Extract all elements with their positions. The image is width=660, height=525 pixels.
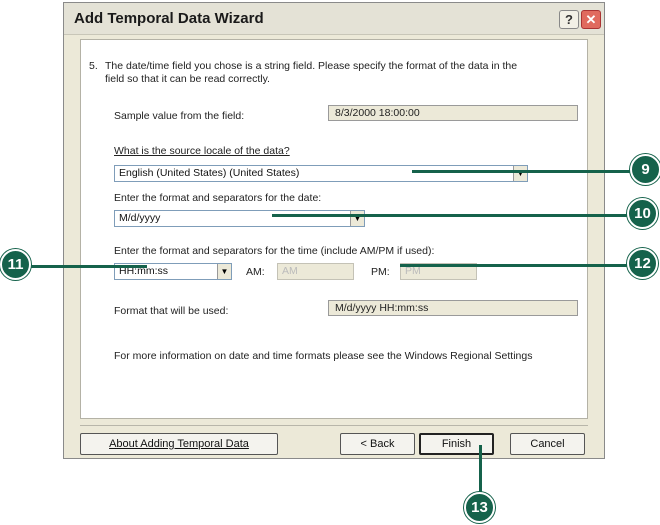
locale-dropdown[interactable]: English (United States) (United States) … bbox=[114, 165, 528, 182]
sample-value-label: Sample value from the field: bbox=[114, 110, 245, 122]
callout-10-badge: 10 bbox=[627, 198, 658, 229]
about-adding-temporal-data-button[interactable]: About Adding Temporal Data bbox=[80, 433, 278, 455]
info-text: For more information on date and time fo… bbox=[114, 350, 533, 362]
back-button[interactable]: < Back bbox=[340, 433, 415, 455]
date-format-value: M/d/yyyy bbox=[119, 212, 161, 224]
callout-12-line bbox=[400, 264, 634, 267]
am-field: AM bbox=[277, 263, 354, 280]
sample-value-field: 8/3/2000 18:00:00 bbox=[328, 105, 578, 121]
finish-button-label: Finish bbox=[441, 438, 472, 450]
step-instruction-line2: field so that it can be read correctly. bbox=[105, 73, 270, 85]
button-separator bbox=[80, 425, 588, 426]
callout-11-badge: 11 bbox=[0, 249, 31, 280]
finish-button[interactable]: Finish bbox=[419, 433, 494, 455]
format-used-label: Format that will be used: bbox=[114, 305, 229, 317]
help-button[interactable]: ? bbox=[559, 10, 579, 29]
callout-11-line bbox=[22, 265, 147, 268]
about-button-label: About Adding Temporal Data bbox=[109, 438, 249, 450]
locale-label: What is the source locale of the data? bbox=[114, 145, 290, 157]
window-title: Add Temporal Data Wizard bbox=[74, 10, 264, 27]
date-format-label: Enter the format and separators for the … bbox=[114, 192, 322, 204]
back-button-label: < Back bbox=[360, 438, 395, 450]
title-bar: Add Temporal Data Wizard ? ✕ bbox=[64, 3, 604, 35]
cancel-button-label: Cancel bbox=[530, 438, 565, 450]
step-instruction-line1: The date/time field you chose is a strin… bbox=[105, 60, 518, 72]
callout-12-badge: 12 bbox=[627, 248, 658, 279]
date-format-dropdown[interactable]: M/d/yyyy ▼ bbox=[114, 210, 365, 227]
time-format-label: Enter the format and separators for the … bbox=[114, 245, 435, 257]
callout-13-badge: 13 bbox=[464, 492, 495, 523]
pm-label: PM: bbox=[371, 266, 390, 278]
wizard-window: Add Temporal Data Wizard ? ✕ 5. The date… bbox=[63, 2, 605, 459]
format-used-field: M/d/yyyy HH:mm:ss bbox=[328, 300, 578, 316]
locale-dropdown-value: English (United States) (United States) bbox=[119, 167, 300, 179]
step-number: 5. bbox=[89, 60, 98, 72]
chevron-down-icon[interactable]: ▼ bbox=[513, 166, 527, 181]
chevron-down-icon[interactable]: ▼ bbox=[217, 264, 231, 279]
am-label: AM: bbox=[246, 266, 265, 278]
wizard-content-panel: 5. The date/time field you chose is a st… bbox=[80, 39, 588, 419]
callout-10-line bbox=[272, 214, 634, 217]
cancel-button[interactable]: Cancel bbox=[510, 433, 585, 455]
callout-9-badge: 9 bbox=[630, 154, 660, 185]
callout-9-line bbox=[412, 170, 634, 173]
close-button[interactable]: ✕ bbox=[581, 10, 601, 29]
